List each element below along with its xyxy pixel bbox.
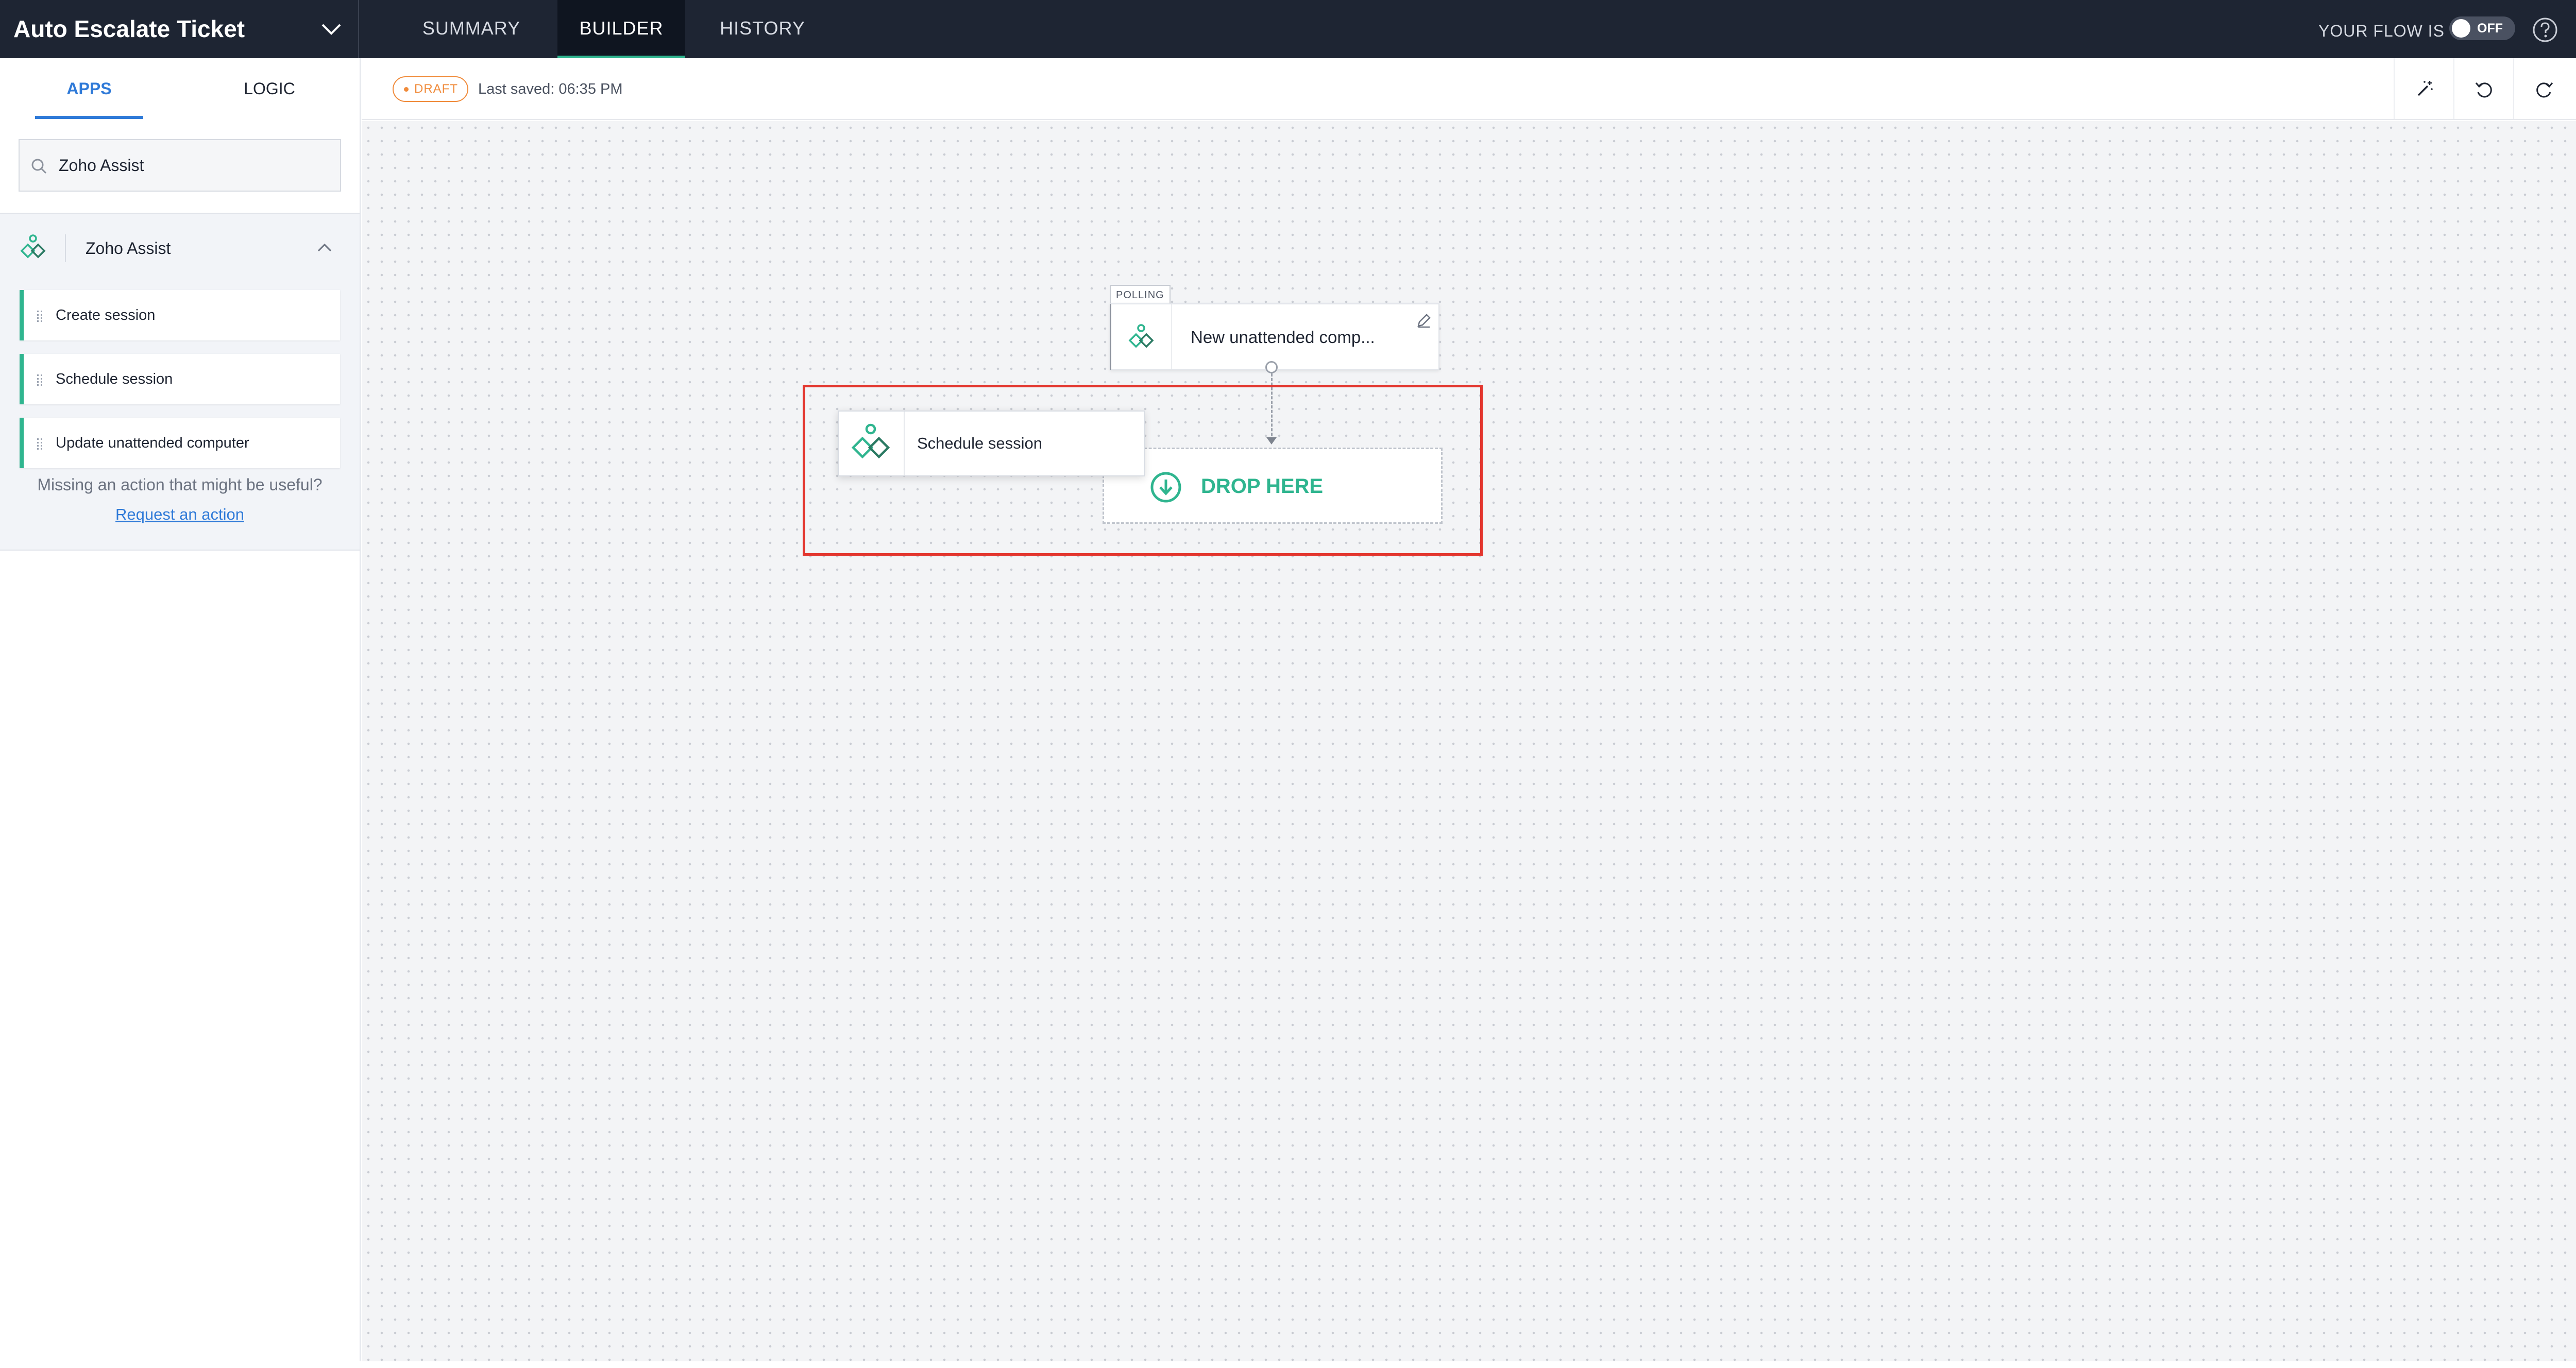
- search-icon: [31, 159, 47, 174]
- toggle-label: OFF: [2477, 21, 2503, 36]
- tab-summary[interactable]: SUMMARY: [381, 0, 562, 58]
- drag-handle-icon[interactable]: [37, 438, 42, 450]
- last-saved-text: Last saved: 06:35 PM: [478, 81, 623, 97]
- undo-button[interactable]: [2453, 58, 2513, 119]
- flow-status-label: YOUR FLOW IS: [2318, 22, 2445, 40]
- help-icon[interactable]: [2532, 16, 2558, 43]
- edit-pencil-icon[interactable]: [1415, 312, 1433, 329]
- tab-logic[interactable]: LOGIC: [215, 58, 324, 120]
- tab-apps[interactable]: APPS: [35, 58, 143, 120]
- undo-icon: [2475, 82, 2492, 98]
- connector-node[interactable]: [1265, 361, 1278, 373]
- action-label: Create session: [56, 307, 156, 323]
- flow-title-dropdown[interactable]: Auto Escalate Ticket: [0, 0, 359, 58]
- app-name: Zoho Assist: [86, 239, 171, 258]
- app-header[interactable]: Zoho Assist: [0, 214, 360, 281]
- divider: [65, 234, 66, 262]
- missing-action-text: Missing an action that might be useful?: [37, 475, 323, 494]
- action-create-session[interactable]: Create session: [20, 290, 340, 340]
- toggle-knob: [2452, 19, 2470, 38]
- zoho-assist-logo-icon: [20, 234, 46, 259]
- action-update-unattended-computer[interactable]: Update unattended computer: [20, 418, 340, 468]
- sidebar-tabs: APPS LOGIC: [0, 58, 361, 120]
- flow-canvas[interactable]: POLLING New unattended comp... DROP HERE: [362, 121, 2576, 1361]
- trigger-card[interactable]: New unattended comp...: [1110, 303, 1439, 370]
- builder-toolbar: DRAFT Last saved: 06:35 PM: [362, 58, 2576, 120]
- redo-button[interactable]: [2513, 58, 2573, 119]
- divider: [1171, 304, 1172, 369]
- top-bar: Auto Escalate Ticket SUMMARY BUILDER HIS…: [0, 0, 2576, 58]
- trigger-label: New unattended comp...: [1191, 328, 1375, 347]
- search-input[interactable]: [59, 140, 332, 191]
- flow-toggle[interactable]: OFF: [2449, 16, 2515, 40]
- chevron-down-icon: [321, 24, 341, 35]
- action-label: Schedule session: [56, 371, 173, 387]
- magic-wand-icon: [2417, 81, 2433, 96]
- zoho-assist-logo-icon: [1128, 324, 1154, 348]
- tab-history[interactable]: HISTORY: [696, 0, 829, 58]
- action-label: Update unattended computer: [56, 435, 249, 451]
- tab-builder[interactable]: BUILDER: [557, 0, 685, 58]
- apps-sidebar: APPS LOGIC Zoho Assist Create session: [0, 58, 361, 1361]
- action-schedule-session[interactable]: Schedule session: [20, 354, 340, 404]
- draft-badge: DRAFT: [393, 76, 468, 102]
- highlight-box: [803, 385, 1483, 556]
- app-section-zoho-assist: Zoho Assist Create session Schedule sess…: [0, 213, 360, 551]
- chevron-up-icon[interactable]: [316, 243, 333, 253]
- drag-handle-icon[interactable]: [37, 311, 42, 322]
- app-search-box[interactable]: [19, 139, 341, 192]
- drag-handle-icon[interactable]: [37, 374, 42, 386]
- redo-icon: [2536, 82, 2553, 98]
- request-action-link[interactable]: Request an action: [0, 505, 360, 524]
- magic-wand-button[interactable]: [2394, 58, 2453, 119]
- polling-tag: POLLING: [1110, 285, 1171, 304]
- flow-name: Auto Escalate Ticket: [13, 15, 245, 42]
